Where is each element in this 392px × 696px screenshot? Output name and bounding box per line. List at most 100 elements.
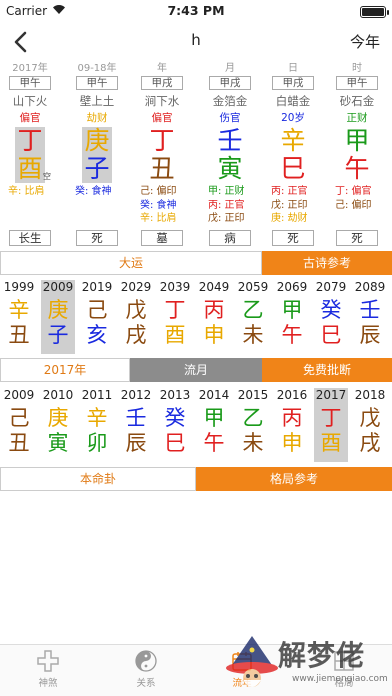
earthly-branch: 午 — [344, 154, 370, 183]
hidden-stem-line: 癸: 食神 — [75, 186, 112, 197]
hidden-stems: 癸: 食神 — [72, 185, 122, 226]
liuyue-tab[interactable]: 流月 — [130, 358, 262, 382]
hidden-stem-line: 丙: 正官 — [271, 186, 308, 197]
pillar-ganzhi: 甲午 — [9, 76, 51, 90]
pillar-nayin: 砂石金 — [339, 94, 375, 108]
dayun-item[interactable]: 2089 壬辰 — [353, 280, 387, 354]
year-label: 2049 — [198, 280, 230, 294]
heavenly-stem: 壬 — [359, 298, 381, 322]
hidden-stem-line: 辛: 比肩 — [8, 186, 45, 197]
year-tab[interactable]: 2017年 — [0, 358, 130, 382]
heavenly-stem: 癸 — [164, 406, 186, 430]
earthly-branch: 午 — [281, 323, 303, 347]
this-year-button[interactable]: 今年 — [350, 31, 380, 52]
dayun-tab[interactable]: 大运 — [0, 251, 262, 275]
heavenly-stem: 庚 — [84, 126, 110, 155]
earthly-branch: 申 — [203, 323, 225, 347]
tab-relation[interactable]: 关系 — [116, 649, 176, 689]
year-label: 2010 — [42, 388, 74, 402]
heavenly-stem: 壬 — [217, 126, 243, 155]
pillar-name: 09-18年 — [77, 63, 117, 74]
pillar-column: 日甲戌 白蜡金 20岁辛巳丙: 正官 戊: 正印 庚: 劫财死 — [268, 63, 318, 246]
pillar-stem-branch[interactable]: 辛巳 — [278, 127, 308, 183]
pillar-name: 时 — [352, 63, 362, 74]
pillar-nayin: 壁上土 — [79, 94, 115, 108]
liunian-item[interactable]: 2014 甲午 — [197, 388, 231, 462]
kong-marker: 空 — [43, 172, 51, 181]
year-label: 2089 — [354, 280, 386, 294]
pillar-stem-branch[interactable]: 壬寅 — [215, 127, 245, 183]
earthly-branch: 午 — [203, 431, 225, 455]
liunian-item[interactable]: 2018 戊戌 — [353, 388, 387, 462]
earthly-branch: 戌 — [359, 431, 381, 455]
earthly-branch: 丑 — [149, 154, 175, 183]
pillar-stem-branch[interactable]: 甲午 — [342, 127, 372, 183]
tab-label: 关系 — [136, 678, 156, 689]
dayun-item[interactable]: 2079 癸巳 — [314, 280, 348, 354]
dayun-item[interactable]: 2059 乙未 — [236, 280, 270, 354]
site-watermark: 解梦佬 www.jiemengiao.com — [222, 632, 390, 696]
poem-reference-button[interactable]: 古诗参考 — [262, 251, 392, 275]
heavenly-stem: 丙 — [203, 298, 225, 322]
liunian-item[interactable]: 2017 丁酉 — [314, 388, 348, 462]
heavenly-stem: 戊 — [125, 298, 147, 322]
pillar-shishen: 劫财 — [86, 112, 108, 124]
cross-icon — [37, 650, 59, 672]
heavenly-stem: 丙 — [281, 406, 303, 430]
pillar-name: 日 — [288, 63, 298, 74]
hidden-stems: 辛: 比肩 — [5, 185, 55, 226]
liunian-item[interactable]: 2011 辛卯 — [80, 388, 114, 462]
pillar-stem-branch[interactable]: 庚子 — [82, 127, 112, 183]
dayun-item[interactable]: 1999 辛丑 — [2, 280, 36, 354]
liunian-item[interactable]: 2013 癸巳 — [158, 388, 192, 462]
hidden-stems: 己: 偏印 癸: 食神 辛: 比肩 — [137, 185, 187, 226]
year-label: 2012 — [120, 388, 152, 402]
year-label: 1999 — [3, 280, 35, 294]
hidden-stem-line: 己: 偏印 — [140, 186, 177, 197]
pillar-ganzhi: 甲午 — [76, 76, 118, 90]
dayun-item[interactable]: 2019 己亥 — [80, 280, 114, 354]
earthly-branch: 亥 — [86, 323, 108, 347]
screen: { "status": {"carrier": "Carrier", "time… — [0, 0, 392, 696]
year-label: 2069 — [276, 280, 308, 294]
earthly-branch: 巳 — [280, 154, 306, 183]
pillar-column: 2017年 甲午 山下火 偏官丁酉空辛: 比肩 长生 — [5, 63, 55, 246]
dayun-item[interactable]: 2009 庚子 — [41, 280, 75, 354]
pillar-nayin: 白蜡金 — [275, 94, 311, 108]
tab-label: 神煞 — [38, 678, 58, 689]
pattern-reference-button[interactable]: 格局参考 — [196, 467, 392, 491]
pillar-nayin: 金箔金 — [212, 94, 248, 108]
dayun-item[interactable]: 2049 丙申 — [197, 280, 231, 354]
pillar-ganzhi: 甲戌 — [141, 76, 183, 90]
tab-shensha[interactable]: 神煞 — [18, 649, 78, 689]
pillar-stem-branch[interactable]: 丁酉空 — [15, 127, 51, 183]
pillar-stem-branch[interactable]: 丁丑 — [147, 127, 177, 183]
hidden-stem-line: 辛: 比肩 — [140, 213, 177, 224]
hidden-stem-line: 甲: 正财 — [208, 186, 245, 197]
liunian-item[interactable]: 2010 庚寅 — [41, 388, 75, 462]
benmingua-tab[interactable]: 本命卦 — [0, 467, 196, 491]
free-analysis-button[interactable]: 免费批断 — [262, 358, 392, 382]
dayun-item[interactable]: 2029 戊戌 — [119, 280, 153, 354]
pillar-ganzhi: 甲戌 — [209, 76, 251, 90]
year-label: 2016 — [276, 388, 308, 402]
wizard-logo-icon — [226, 636, 278, 687]
hidden-stem-line: 丁: 偏官 — [335, 186, 372, 197]
earthly-branch: 酉 — [164, 323, 186, 347]
hidden-stem-line: 戊: 正印 — [271, 199, 308, 211]
pillar-shishen: 伤官 — [219, 112, 241, 124]
heavenly-stem: 甲 — [344, 126, 370, 155]
dayun-item[interactable]: 2069 甲午 — [275, 280, 309, 354]
liunian-item[interactable]: 2012 壬辰 — [119, 388, 153, 462]
liunian-item[interactable]: 2015 乙未 — [236, 388, 270, 462]
hidden-stems: 丁: 偏官 己: 偏印 — [332, 185, 382, 226]
pillar-shishen: 偏官 — [151, 112, 173, 124]
earthly-branch: 寅 — [47, 431, 69, 455]
liunian-item[interactable]: 2016 丙申 — [275, 388, 309, 462]
pillar-column: 月甲戌 金箔金 伤官壬寅甲: 正财 丙: 正官 戊: 正印病 — [205, 63, 255, 246]
hidden-stems: 甲: 正财 丙: 正官 戊: 正印 — [205, 185, 255, 226]
heavenly-stem: 戊 — [359, 406, 381, 430]
dayun-item[interactable]: 2039 丁酉 — [158, 280, 192, 354]
pillar-shishen: 偏官 — [19, 112, 41, 124]
liunian-item[interactable]: 2009 己丑 — [2, 388, 36, 462]
